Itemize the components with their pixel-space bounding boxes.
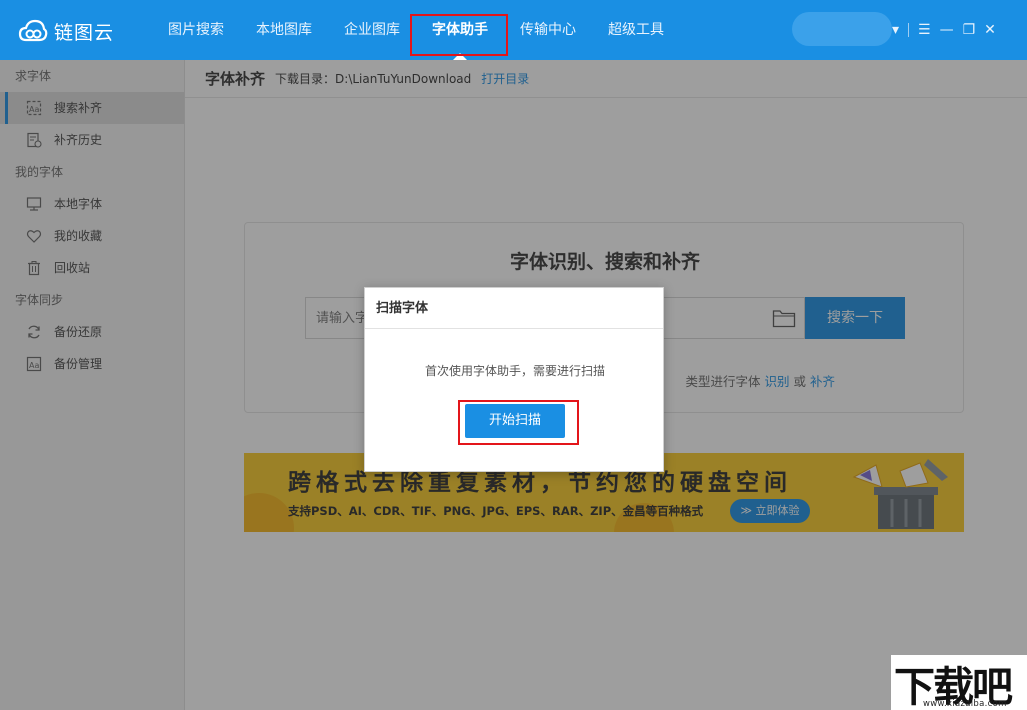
minimize-icon[interactable]: — bbox=[940, 22, 954, 38]
menu-icon[interactable]: ☰ bbox=[918, 22, 931, 38]
dialog-message: 首次使用字体助手，需要进行扫描 bbox=[424, 364, 605, 378]
nav-image-search[interactable]: 图片搜索 bbox=[152, 0, 240, 60]
nav-highlight-box bbox=[410, 14, 508, 56]
title-bar: 链图云 图片搜索 本地图库 企业图库 字体助手 传输中心 超级工具 ▾ ☰ — … bbox=[0, 0, 1027, 60]
maximize-icon[interactable]: ❐ bbox=[963, 22, 976, 38]
nav-transfer-center[interactable]: 传输中心 bbox=[504, 0, 592, 60]
divider bbox=[908, 23, 910, 37]
close-icon[interactable]: ✕ bbox=[984, 22, 996, 38]
cloud-logo-icon bbox=[18, 19, 48, 42]
nav-enterprise-gallery[interactable]: 企业图库 bbox=[328, 0, 416, 60]
window-controls: ▾ ☰ — ❐ ✕ bbox=[892, 20, 1005, 40]
user-area[interactable] bbox=[792, 12, 892, 46]
nav-super-tools[interactable]: 超级工具 bbox=[592, 0, 680, 60]
dropdown-icon[interactable]: ▾ bbox=[892, 22, 899, 38]
nav-local-gallery[interactable]: 本地图库 bbox=[240, 0, 328, 60]
dialog-title: 扫描字体 bbox=[365, 288, 663, 329]
watermark-url: www.xiazaiba.com bbox=[923, 699, 1007, 709]
start-scan-button[interactable]: 开始扫描 bbox=[465, 404, 565, 438]
app-name: 链图云 bbox=[54, 21, 115, 44]
watermark: 下载吧 www.xiazaiba.com bbox=[891, 655, 1027, 710]
scan-font-dialog: 扫描字体 首次使用字体助手，需要进行扫描 开始扫描 bbox=[364, 287, 664, 472]
app-logo: 链图云 bbox=[18, 16, 114, 46]
